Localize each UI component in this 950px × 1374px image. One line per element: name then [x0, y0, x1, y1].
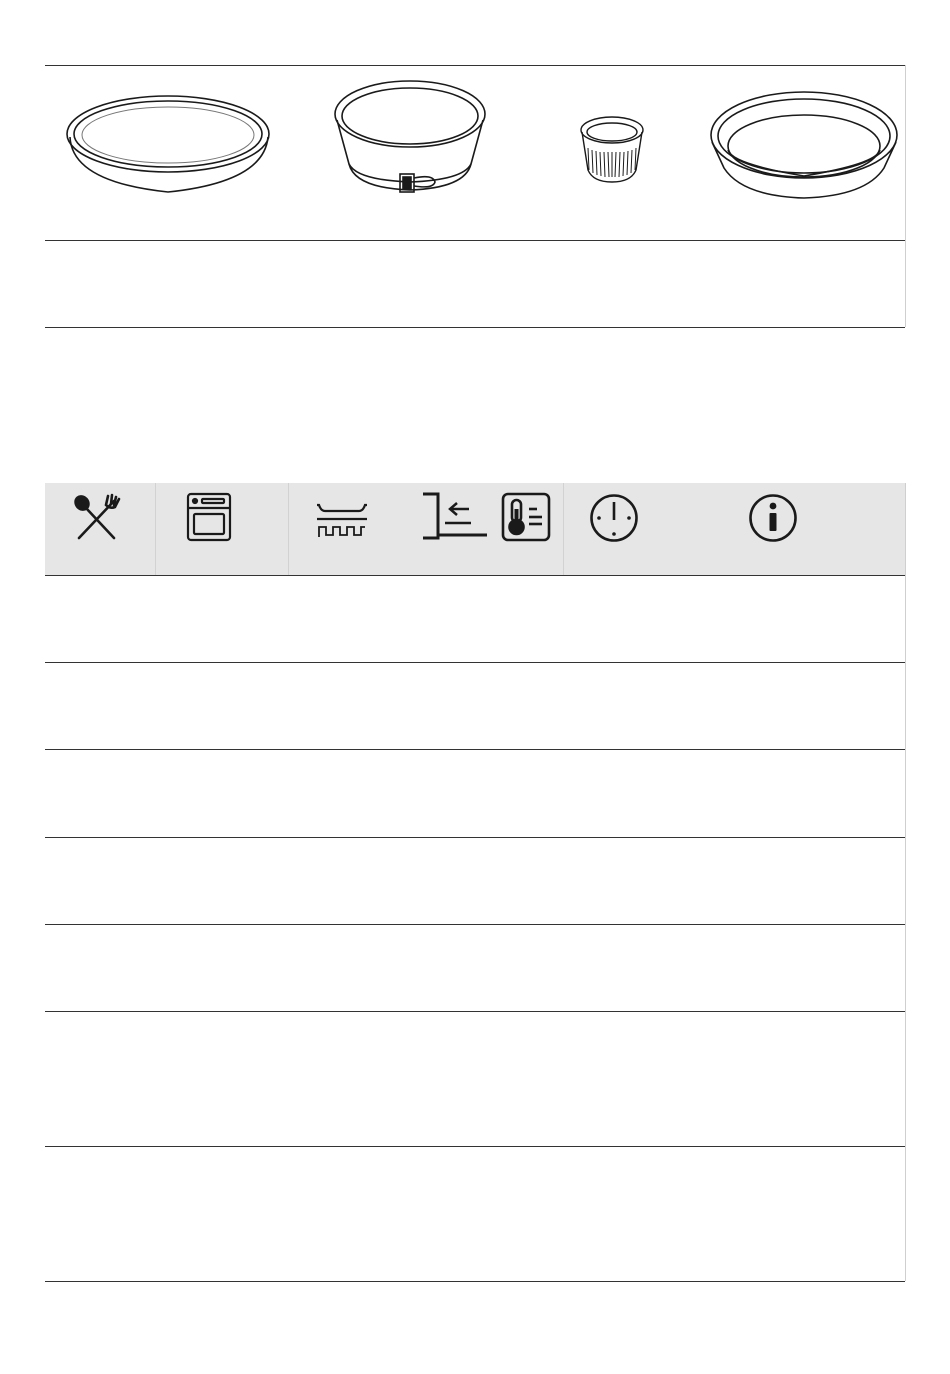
column-separator: [288, 483, 289, 575]
row-divider: [45, 1011, 905, 1012]
column-separator: [563, 483, 564, 575]
temperature-icon: [500, 491, 552, 548]
table-row: [45, 750, 905, 836]
row-divider: [45, 575, 905, 576]
table-bottom-rule: [45, 1281, 905, 1282]
table-row: [45, 1147, 905, 1280]
table-header: [45, 483, 905, 575]
flat-tart-tin-icon: [60, 72, 280, 232]
row-divider: [45, 662, 905, 663]
round-deep-tin-icon: [702, 72, 902, 232]
clock-icon: [588, 492, 640, 549]
top-table-divider: [45, 240, 905, 241]
column-separator: [155, 483, 156, 575]
top-table-right-border: [905, 65, 906, 327]
info-icon: [747, 492, 799, 549]
ramekin-icon: [575, 72, 655, 232]
oven-function-icon: [185, 491, 233, 548]
table-row: [45, 1012, 905, 1145]
food-cutlery-icon: [70, 493, 122, 546]
row-divider: [45, 837, 905, 838]
shelf-position-icon: [421, 491, 489, 548]
table-row: [45, 663, 905, 749]
row-divider: [45, 749, 905, 750]
top-table-bottom-rule: [45, 327, 905, 328]
baking-tray-icon: [315, 501, 369, 542]
top-rule: [45, 65, 905, 66]
table-row: [45, 838, 905, 924]
table-row: [45, 576, 905, 662]
row-divider: [45, 924, 905, 925]
springform-tin-icon: [325, 72, 495, 232]
main-table-right-border: [905, 483, 906, 1281]
table-row: [45, 925, 905, 1011]
row-divider: [45, 1146, 905, 1147]
